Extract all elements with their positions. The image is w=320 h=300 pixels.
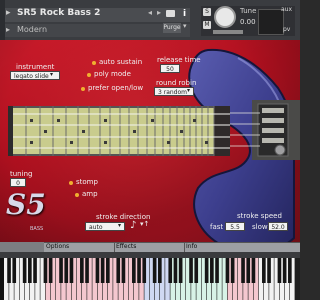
black-key[interactable] [137, 258, 141, 283]
chevron-down-icon[interactable]: ▾ [50, 71, 53, 78]
black-key[interactable] [241, 258, 245, 283]
instrument-name: SR5 Rock Bass 2 [17, 8, 101, 18]
preset-name: Modern [17, 25, 48, 34]
tab-options-label: Options [46, 243, 70, 250]
black-key[interactable] [132, 258, 136, 283]
black-key[interactable] [12, 258, 17, 283]
stomp-toggle[interactable] [69, 181, 73, 185]
tuning-field[interactable]: 0 [10, 178, 26, 187]
prefer-open-low-toggle[interactable] [81, 87, 85, 91]
solo-button[interactable]: S [203, 8, 211, 16]
collapse-arrow-icon[interactable]: ▸ [6, 8, 11, 18]
black-key[interactable] [64, 258, 69, 283]
info-icon[interactable]: i [183, 9, 186, 19]
black-key[interactable] [173, 258, 178, 283]
product-logo: S5 [6, 188, 46, 221]
black-key[interactable] [106, 258, 110, 283]
auto-sustain-label: auto sustain [99, 58, 143, 66]
black-key[interactable] [121, 258, 126, 283]
black-key[interactable] [210, 258, 214, 283]
slow-label: slow [252, 223, 268, 231]
tab-options[interactable]: Options [44, 242, 114, 252]
tab-main[interactable] [0, 242, 44, 252]
black-key[interactable] [69, 258, 74, 283]
black-key[interactable] [95, 258, 100, 283]
amp-label: amp [82, 190, 98, 198]
black-key[interactable] [277, 258, 282, 283]
black-key[interactable] [22, 258, 27, 283]
instrument-label: instrument [16, 63, 55, 71]
camera-icon[interactable] [166, 10, 175, 17]
tune-knob[interactable] [214, 6, 236, 28]
black-key[interactable] [152, 258, 157, 283]
black-key[interactable] [116, 258, 121, 283]
prefer-open-low-label: prefer open/low [88, 84, 144, 92]
amp-toggle[interactable] [75, 193, 79, 197]
black-key[interactable] [204, 258, 209, 283]
black-key[interactable] [28, 258, 32, 283]
pan-slider[interactable] [213, 30, 243, 34]
stroke-speed-label: stroke speed [237, 212, 282, 220]
chevron-down-icon[interactable]: ▾ [118, 222, 121, 229]
next-instrument-button[interactable]: ▸ [157, 8, 161, 17]
black-key[interactable] [282, 258, 287, 283]
black-key[interactable] [267, 258, 271, 283]
black-key[interactable] [194, 258, 199, 283]
tab-info[interactable]: Info [184, 242, 300, 252]
mute-button[interactable]: M [203, 21, 211, 29]
black-key[interactable] [7, 258, 11, 283]
keyboard-keys[interactable] [4, 258, 300, 300]
auto-sustain-toggle[interactable] [92, 61, 96, 65]
prev-instrument-button[interactable]: ◂ [148, 8, 152, 17]
tab-info-label: Info [186, 243, 198, 250]
black-key[interactable] [251, 258, 256, 283]
black-key[interactable] [246, 258, 251, 283]
aux-button[interactable]: aux [281, 6, 292, 13]
release-time-label: release time [157, 56, 201, 64]
fast-field[interactable]: 5.5 [225, 222, 245, 231]
poly-mode-toggle[interactable] [87, 73, 91, 77]
black-key[interactable] [288, 258, 292, 283]
pv-button[interactable]: pv [283, 26, 290, 33]
fretboard-overlay [13, 106, 230, 156]
release-time-field[interactable]: 50 [160, 64, 180, 73]
black-key[interactable] [100, 258, 105, 283]
tune-value: 0.00 [240, 18, 256, 26]
preset-arrow-icon[interactable]: ▸ [6, 25, 10, 34]
black-key[interactable] [59, 258, 63, 283]
black-key[interactable] [33, 258, 37, 283]
black-key[interactable] [178, 258, 183, 283]
stomp-label: stomp [76, 178, 98, 186]
black-key[interactable] [80, 258, 84, 283]
tab-divider [184, 242, 185, 252]
tuning-label: tuning [10, 170, 33, 178]
black-key[interactable] [168, 258, 173, 283]
purge-dropdown-icon[interactable]: ▾ [183, 22, 187, 30]
black-key[interactable] [262, 258, 266, 283]
black-key[interactable] [225, 258, 230, 283]
fast-label: fast [210, 223, 224, 231]
tab-effects-label: Effects [116, 243, 137, 250]
stroke-arrows-icon[interactable]: ▾↑ [140, 220, 149, 228]
product-logo-sub: BASS [30, 226, 44, 232]
slow-field[interactable]: 52.0 [268, 222, 288, 231]
black-key[interactable] [48, 258, 53, 283]
note-icon[interactable]: ♪ [130, 220, 136, 231]
black-key[interactable] [189, 258, 193, 283]
poly-mode-label: poly mode [94, 70, 131, 78]
black-key[interactable] [43, 258, 48, 283]
chevron-down-icon[interactable]: ▾ [187, 87, 190, 94]
black-key[interactable] [158, 258, 162, 283]
tab-effects[interactable]: Effects [114, 242, 184, 252]
black-key[interactable] [85, 258, 89, 283]
black-key[interactable] [230, 258, 235, 283]
black-key[interactable] [215, 258, 219, 283]
tab-divider [114, 242, 115, 252]
fretboard-nut [8, 106, 13, 156]
black-key[interactable] [142, 258, 147, 283]
round-robin-label: round robin [156, 79, 197, 87]
tune-label: Tune [240, 7, 257, 15]
purge-button[interactable]: Purge [163, 23, 181, 33]
